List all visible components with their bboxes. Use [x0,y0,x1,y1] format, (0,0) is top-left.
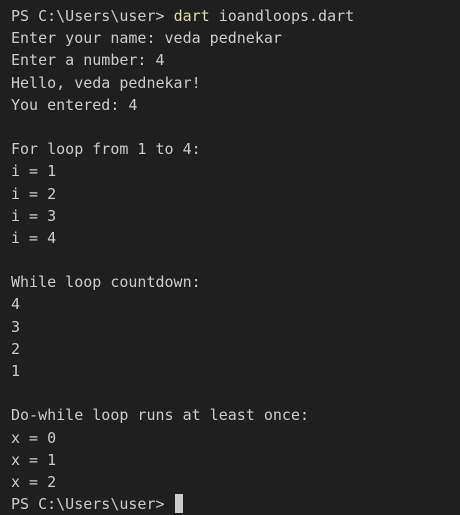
output-line: Hello, veda pednekar! [11,73,201,92]
output-line: i = 4 [11,228,57,247]
output-line: x = 1 [11,450,57,469]
command-line: PS C:\Users\user> dart ioandloops.dart [11,5,460,27]
output-line: For loop from 1 to 4: [11,140,201,159]
output-line: x = 0 [11,428,57,447]
prompt: PS C:\Users\user> [11,7,174,25]
output-line: i = 2 [11,184,57,203]
output-line: Enter your name: veda pednekar [11,29,282,48]
output-line: Enter a number: 4 [11,51,165,70]
text-cursor [174,494,183,514]
terminal-output: Enter your name: veda pednekar Enter a nu… [11,27,460,493]
output-line: 2 [11,339,21,358]
command-name: dart [173,7,210,25]
output-line: 1 [11,362,21,380]
output-line: i = 1 [11,162,57,181]
output-line: 4 [11,295,21,314]
output-line: 3 [11,317,21,336]
output-line: i = 3 [11,206,57,225]
output-line: While loop countdown: [11,273,201,292]
output-line: Do-while loop runs at least once: [11,406,310,425]
final-prompt: PS C:\Users\user> [11,495,174,514]
output-line: x = 2 [11,472,57,491]
command-args: ioandloops.dart [209,7,355,25]
final-prompt-line[interactable]: PS C:\Users\user> [11,493,460,515]
output-line: You entered: 4 [11,95,138,114]
terminal-window[interactable]: PS C:\Users\user> dart ioandloops.dart E… [0,0,460,514]
